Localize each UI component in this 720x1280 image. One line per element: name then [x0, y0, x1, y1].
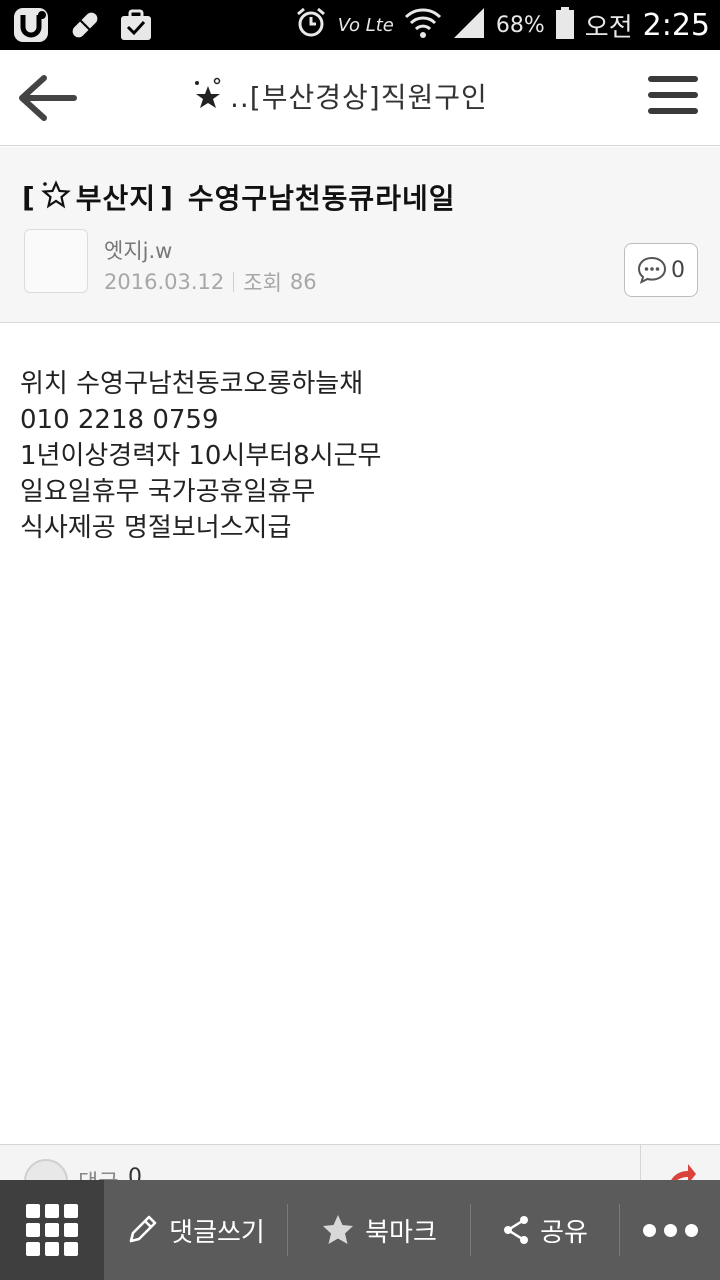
post-title-text: 수영구남천동큐라네일: [187, 182, 456, 215]
clock-ampm: 오전: [584, 12, 633, 43]
menu-button[interactable]: [648, 76, 702, 120]
alarm-icon: [294, 6, 328, 44]
write-comment-label: 댓글쓰기: [169, 1217, 265, 1248]
share-icon: [504, 1216, 529, 1244]
pencil-icon: [129, 1215, 157, 1243]
comment-count: 0: [671, 257, 685, 283]
post-meta: 2016.03.12 조회 86: [104, 267, 317, 297]
battery-icon: [555, 6, 575, 44]
briefcase-check-icon: [118, 7, 154, 47]
post-body-line: 1년이상경력자 10시부터8시근무: [20, 441, 382, 471]
battery-percent: 68%: [495, 12, 545, 38]
wifi-icon: [404, 6, 442, 44]
status-bar-left: [12, 6, 154, 48]
status-bar: Vo Lte 68% 오전 2:25: [0, 0, 720, 50]
comment-strip-divider: [640, 1145, 641, 1182]
share-arrow-icon[interactable]: [664, 1159, 698, 1182]
bookmark-label: 북마크: [365, 1217, 437, 1248]
app-title: ..[부산경상]직원구인: [230, 81, 488, 114]
menu-icon: [648, 76, 698, 82]
signal-icon: [452, 6, 486, 44]
comment-button[interactable]: 0: [624, 243, 698, 297]
post-date: 2016.03.12: [104, 270, 225, 294]
more-dots-icon: [642, 1223, 698, 1237]
speech-bubble-icon: [637, 256, 667, 284]
menu-icon-bar: [648, 108, 698, 114]
post-title: [ 부산지 ] 수영구남천동큐라네일: [22, 177, 455, 217]
comment-strip[interactable]: 댓글 0: [0, 1144, 720, 1182]
star-outline-icon: [40, 179, 72, 215]
write-comment-button[interactable]: 댓글쓰기: [104, 1180, 286, 1280]
grid-icon: [26, 1204, 78, 1256]
bottom-toolbar: 댓글쓰기 북마크 공유: [0, 1180, 720, 1280]
avatar[interactable]: [24, 229, 88, 293]
share-button[interactable]: 공유: [471, 1180, 619, 1280]
post-body-line: 일요일휴무 국가공휴일휴무: [20, 477, 316, 507]
author-name[interactable]: 엣지j.w: [104, 235, 172, 265]
app-title-wrap: ..[부산경상]직원구인: [190, 76, 488, 116]
star-sparkle-icon: [190, 76, 226, 116]
post-body-line: 식사제공 명절보너스지급: [20, 513, 292, 543]
commenter-avatar: [24, 1159, 68, 1182]
post-title-bracket-open: [: [22, 180, 36, 214]
post-header: [ 부산지 ] 수영구남천동큐라네일 엣지j.w 2016.03.12 조회 8…: [0, 147, 720, 323]
post-body: 위치 수영구남천동코오롱하늘채 010 2218 0759 1년이상경력자 10…: [20, 366, 700, 546]
post-body-line: 010 2218 0759: [20, 405, 219, 435]
back-button[interactable]: [14, 72, 84, 124]
uplus-icon: [12, 6, 52, 48]
meta-divider: [233, 272, 235, 292]
status-bar-right: Vo Lte 68% 오전 2:25: [294, 0, 710, 50]
star-icon: [323, 1215, 354, 1244]
post-title-board-name: 부산지: [75, 182, 157, 215]
share-label: 공유: [540, 1217, 588, 1248]
clock-time: 2:25: [642, 7, 710, 43]
app-grid-button[interactable]: [0, 1180, 104, 1280]
views-count: 86: [289, 270, 317, 294]
menu-icon-bar: [648, 92, 698, 98]
volte-icon: Vo Lte: [337, 14, 394, 36]
bookmark-button[interactable]: 북마크: [288, 1180, 470, 1280]
post-body-line: 위치 수영구남천동코오롱하늘채: [20, 369, 364, 399]
pill-icon: [66, 6, 104, 48]
more-button[interactable]: [620, 1180, 720, 1280]
views-label: 조회: [243, 271, 282, 295]
post-title-bracket-close: ]: [160, 180, 174, 214]
app-bar: ..[부산경상]직원구인: [0, 50, 720, 146]
back-arrow-icon: [19, 75, 77, 121]
